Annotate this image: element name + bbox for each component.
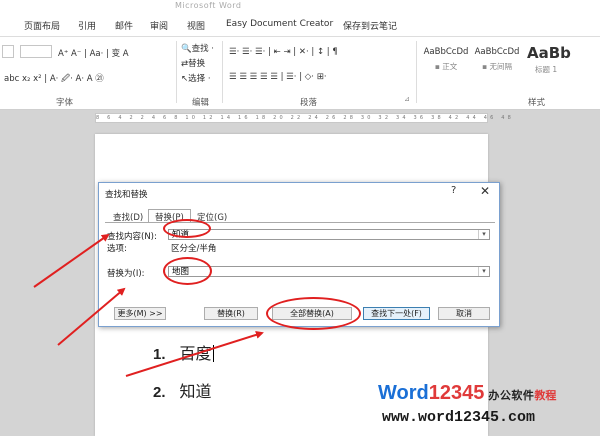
arrow-to-replace-all — [125, 330, 264, 377]
annotation-arrows — [33, 233, 264, 377]
watermark-logo: Word12345 办公软件教程 — [378, 382, 557, 404]
arrow-to-find-field — [33, 233, 110, 288]
watermark-url: www.word12345.com — [382, 409, 536, 426]
arrow-to-replace-field — [57, 287, 126, 346]
watermark: Word12345 办公软件教程 www.word12345.com — [376, 380, 600, 436]
